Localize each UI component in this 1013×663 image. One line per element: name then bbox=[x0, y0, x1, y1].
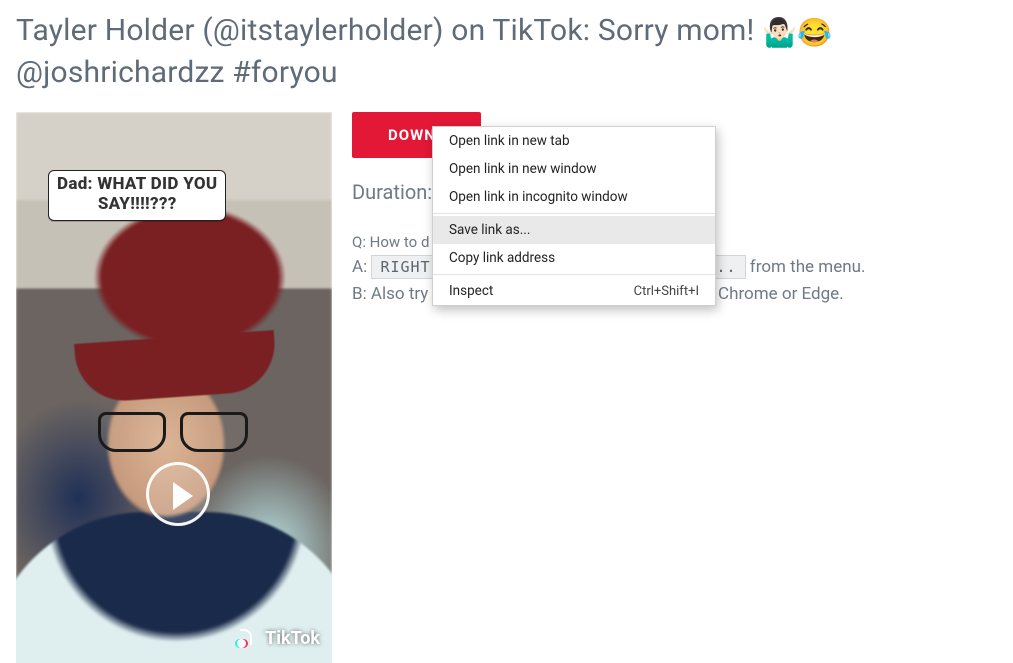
shrug-emoji: 🤷🏻‍♂️ bbox=[762, 16, 797, 49]
title-text-1: Tayler Holder (@itstaylerholder) on TikT… bbox=[16, 13, 762, 48]
context-menu-open-new-tab[interactable]: Open link in new tab bbox=[433, 127, 715, 155]
context-menu-item-label: Save link as... bbox=[449, 222, 530, 238]
context-menu-open-new-window[interactable]: Open link in new window bbox=[433, 155, 715, 183]
tiktok-watermark: TikTok bbox=[237, 627, 320, 649]
context-menu-item-label: Open link in new tab bbox=[449, 133, 570, 149]
context-menu-separator bbox=[433, 274, 715, 275]
context-menu-inspect[interactable]: Inspect Ctrl+Shift+I bbox=[433, 277, 715, 305]
context-menu-item-label: Copy link address bbox=[449, 250, 555, 266]
page-title: Tayler Holder (@itstaylerholder) on TikT… bbox=[0, 0, 1013, 112]
context-menu-item-label: Inspect bbox=[449, 283, 493, 299]
video-caption-line2: SAY!!!!??? bbox=[57, 195, 217, 215]
context-menu-copy-link-address[interactable]: Copy link address bbox=[433, 244, 715, 272]
context-menu-open-incognito[interactable]: Open link in incognito window bbox=[433, 183, 715, 211]
answer-a-tail: from the menu. bbox=[746, 257, 866, 277]
thumbnail-glasses-shape bbox=[98, 412, 248, 446]
context-menu-item-label: Open link in new window bbox=[449, 161, 597, 177]
answer-a-label: A: bbox=[352, 257, 367, 277]
answer-b-prefix: B: Also try bbox=[352, 284, 428, 304]
video-caption-line1: Dad: WHAT DID YOU bbox=[57, 174, 217, 194]
context-menu-save-link-as[interactable]: Save link as... bbox=[433, 216, 715, 244]
title-text-2: @joshrichardzz #foryou bbox=[16, 55, 338, 90]
context-menu[interactable]: Open link in new tab Open link in new wi… bbox=[432, 126, 716, 306]
context-menu-item-label: Open link in incognito window bbox=[449, 189, 628, 205]
tiktok-note-icon bbox=[237, 627, 259, 649]
play-icon[interactable] bbox=[146, 462, 210, 526]
context-menu-shortcut: Ctrl+Shift+I bbox=[634, 284, 699, 299]
video-caption-overlay: Dad: WHAT DID YOU SAY!!!!??? bbox=[48, 170, 226, 221]
faq-question-visible-start: Q: How to d bbox=[352, 233, 429, 251]
laugh-emoji: 😂 bbox=[797, 16, 832, 49]
video-thumbnail[interactable]: Dad: WHAT DID YOU SAY!!!!??? TikTok bbox=[16, 112, 332, 663]
context-menu-separator bbox=[433, 213, 715, 214]
tiktok-watermark-text: TikTok bbox=[265, 628, 320, 649]
